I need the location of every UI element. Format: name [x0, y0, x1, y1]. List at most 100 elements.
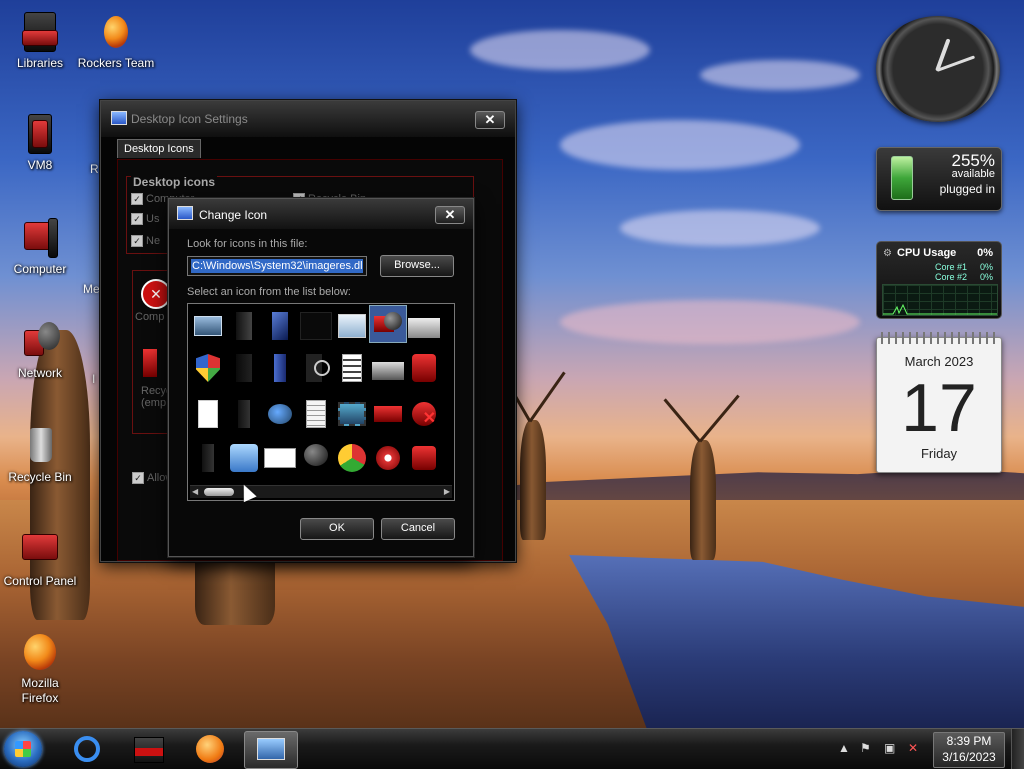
icon-option-selected[interactable] — [369, 305, 407, 343]
tree-branch — [528, 371, 566, 423]
scrollbar-thumb[interactable] — [204, 488, 234, 496]
close-button[interactable]: ✕ — [475, 111, 505, 129]
network-icon — [18, 322, 62, 362]
scroll-right-icon[interactable]: ▶ — [444, 487, 450, 496]
icon-option[interactable] — [262, 350, 298, 386]
icon-option[interactable] — [226, 440, 262, 476]
icon-option[interactable] — [262, 308, 298, 344]
taskbar-libraries[interactable] — [122, 731, 174, 767]
check-icon: ✓ — [131, 193, 143, 206]
desktop-icon-vm8[interactable]: VM8 — [0, 114, 80, 173]
taskbar-desktop-icon-settings[interactable] — [244, 731, 298, 769]
icon-option[interactable] — [334, 350, 370, 386]
computer-preview-icon[interactable]: ✕ — [141, 279, 171, 309]
control-panel-icon — [18, 530, 62, 570]
checkbox-network[interactable]: ✓ Ne — [131, 235, 160, 248]
clock-gadget[interactable] — [876, 16, 1000, 122]
window-title: Desktop Icon Settings — [131, 112, 248, 126]
network-status-icon[interactable]: ▣ — [884, 741, 895, 755]
blue-folder-icon — [272, 312, 288, 340]
icon-option[interactable] — [226, 350, 262, 386]
close-button[interactable]: ✕ — [435, 206, 465, 224]
desktop-icon-rockers-team[interactable]: Rockers Team — [76, 12, 156, 71]
icon-file-path-input[interactable] — [188, 257, 366, 275]
show-hidden-icons-icon[interactable]: ▲ — [838, 741, 850, 755]
firefox-shortcut-icon — [94, 12, 138, 52]
icon-option[interactable] — [334, 396, 370, 432]
desktop-icon-libraries[interactable]: Libraries — [0, 12, 80, 71]
icon-option[interactable] — [406, 308, 442, 344]
dark-folder-icon — [202, 444, 214, 472]
battery-status: plugged in — [939, 182, 995, 196]
show-desktop-button[interactable] — [1011, 729, 1024, 769]
taskbar-clock[interactable]: 8:39 PM 3/16/2023 — [933, 732, 1005, 768]
desktop-icon-computer[interactable]: Computer — [0, 218, 80, 277]
icon-option[interactable] — [370, 440, 406, 476]
icon-option[interactable] — [190, 350, 226, 386]
checkbox-users[interactable]: ✓ Us — [131, 213, 159, 226]
cpu-total-value: 0% — [977, 247, 993, 259]
desktop-icon-label: Computer — [13, 262, 67, 276]
browse-button[interactable]: Browse... — [380, 255, 454, 277]
horizontal-scrollbar[interactable]: ◀ ▶ — [190, 485, 452, 498]
blue-document-icon — [274, 354, 286, 382]
cancel-button[interactable]: Cancel — [381, 518, 455, 540]
check-icon: ✓ — [131, 235, 143, 248]
dialog-titlebar[interactable]: Change Icon ✕ — [169, 199, 473, 229]
icon-option[interactable] — [406, 350, 442, 386]
check-icon: ✓ — [131, 213, 143, 226]
cloud — [620, 210, 820, 246]
cloud — [470, 30, 650, 70]
ok-button[interactable]: OK — [300, 518, 374, 540]
system-tray: ▲ ⚑ ▣ ✕ — [834, 729, 930, 769]
icon-list[interactable]: ✕ ◀ ▶ — [187, 303, 455, 501]
start-button[interactable] — [4, 731, 42, 767]
gauge-icon: ⚙ — [883, 248, 892, 259]
blue-cube-icon — [230, 444, 258, 472]
display-settings-icon — [257, 738, 285, 760]
desktop-icon-recycle-bin[interactable]: Recycle Bin — [0, 426, 80, 485]
action-center-flag-icon[interactable]: ⚑ — [860, 741, 871, 755]
icon-option[interactable] — [226, 308, 262, 344]
users-icon — [268, 404, 292, 424]
change-icon-dialog[interactable]: Change Icon ✕ Look for icons in this fil… — [168, 198, 474, 557]
recycle-bin-preview-icon[interactable] — [143, 349, 157, 377]
icon-option[interactable]: ✕ — [406, 396, 442, 432]
cloud — [560, 300, 860, 344]
icon-option[interactable] — [262, 440, 298, 476]
media-center-icon — [338, 444, 366, 472]
icon-option[interactable] — [190, 308, 226, 344]
icon-option[interactable] — [334, 440, 370, 476]
desktop-icon-mozilla-firefox[interactable]: Mozilla Firefox — [0, 632, 80, 706]
icon-option[interactable] — [298, 396, 334, 432]
icon-option[interactable] — [406, 440, 442, 476]
calendar-rings — [881, 332, 997, 344]
icon-option[interactable] — [334, 308, 370, 344]
calendar-gadget[interactable]: March 2023 17 Friday — [876, 332, 1002, 473]
icon-option[interactable] — [226, 396, 262, 432]
cpu-usage-gadget[interactable]: ⚙ CPU Usage 0% Core #1 0% Core #2 0% — [876, 241, 1002, 319]
icon-option[interactable] — [298, 350, 334, 386]
icon-option[interactable] — [190, 440, 226, 476]
icon-option[interactable] — [298, 308, 334, 344]
dark-folder-icon — [236, 354, 252, 382]
desktop-icon-control-panel[interactable]: Control Panel — [0, 530, 80, 589]
icon-option[interactable] — [262, 396, 298, 432]
taskbar-internet-explorer[interactable] — [60, 731, 112, 767]
window-titlebar[interactable]: Desktop Icon Settings ✕ — [101, 101, 515, 137]
icon-option[interactable] — [298, 440, 334, 476]
volume-muted-icon[interactable]: ✕ — [908, 741, 918, 755]
taskbar-media-player[interactable] — [184, 731, 236, 767]
scroll-left-icon[interactable]: ◀ — [192, 487, 198, 496]
battery-gadget[interactable]: 255% available plugged in — [876, 147, 1002, 211]
icon-file-path-input-wrapper[interactable] — [187, 256, 367, 276]
windows-logo-icon — [15, 741, 31, 757]
icon-option[interactable] — [370, 350, 406, 386]
music-document-icon — [342, 354, 362, 382]
libraries-icon-band — [135, 748, 163, 756]
icon-option[interactable] — [190, 396, 226, 432]
core2-label: Core #2 — [934, 272, 967, 282]
icon-option[interactable] — [370, 396, 406, 432]
tab-desktop-icons[interactable]: Desktop Icons — [117, 139, 201, 158]
desktop-icon-network[interactable]: Network — [0, 322, 80, 381]
